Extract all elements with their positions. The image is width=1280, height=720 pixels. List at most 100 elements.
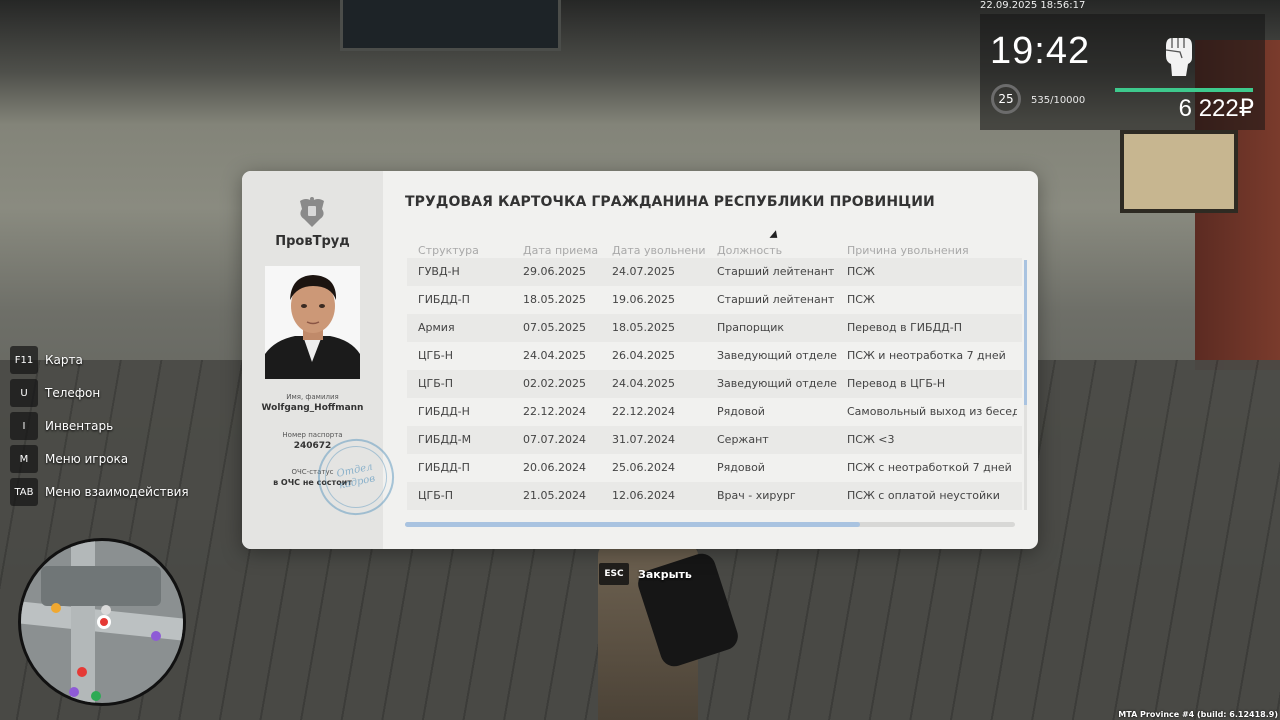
vertical-scrollbar[interactable]: [1024, 260, 1027, 510]
key-cap: I: [10, 412, 38, 440]
column-header-dismissal-date: Дата увольнени: [612, 244, 706, 257]
minimap-marker-icon: [91, 691, 101, 701]
table-row: ЦГБ-П 21.05.2024 12.06.2024 Врач - хирур…: [407, 482, 1022, 510]
key-cap: M: [10, 445, 38, 473]
keybind-label: Меню игрока: [45, 452, 129, 466]
cell-hire-date: 24.04.2025: [523, 349, 586, 362]
background-plaque: [1120, 130, 1238, 213]
cell-reason: Самовольный выход из бесед: [847, 405, 1017, 418]
key-cap: F11: [10, 346, 38, 374]
keybind-inventory[interactable]: I Инвентарь: [10, 412, 189, 440]
build-info: MTA Province #4 (build: 6.12418.9): [1118, 710, 1278, 719]
keybind-label: Инвентарь: [45, 419, 114, 433]
minimap-marker-icon: [101, 605, 111, 615]
table-row: ЦГБ-П 02.02.2025 24.04.2025 Заведующий о…: [407, 370, 1022, 398]
keybind-player-menu[interactable]: M Меню игрока: [10, 445, 189, 473]
coat-of-arms-icon: [300, 197, 324, 227]
cell-position: Заведующий отделе: [717, 349, 837, 362]
keybind-menu: F11 Карта U Телефон I Инвентарь M Меню и…: [10, 346, 189, 511]
cell-reason: Перевод в ГИБДД-П: [847, 321, 962, 334]
stamp-ring: [319, 440, 393, 514]
cell-dismissal-date: 22.12.2024: [612, 405, 675, 418]
minimap-road: [71, 541, 95, 703]
cell-reason: ПСЖ и неотработка 7 дней: [847, 349, 1006, 362]
hud-clock: 19:42: [990, 30, 1091, 72]
vertical-scroll-thumb[interactable]: [1024, 260, 1027, 405]
keybind-interaction-menu[interactable]: TAB Меню взаимодействия: [10, 478, 189, 506]
mouse-cursor-icon: [769, 230, 781, 242]
cell-structure: Армия: [418, 321, 455, 334]
table-row: ГИБДД-М 07.07.2024 31.07.2024 Сержант ПС…: [407, 426, 1022, 454]
column-header-hire-date: Дата приема: [523, 244, 599, 257]
cell-hire-date: 07.05.2025: [523, 321, 586, 334]
employment-card-modal: ПровТруд Имя, фамилия Wolfgang_Hoffmann …: [242, 171, 1038, 549]
cell-structure: ГИБДД-П: [418, 461, 470, 474]
cell-position: Прапорщик: [717, 321, 785, 334]
citizen-photo: [265, 266, 360, 379]
minimap-marker-icon: [69, 687, 79, 697]
player-position-icon: [97, 615, 111, 629]
cell-hire-date: 29.06.2025: [523, 265, 586, 278]
cell-reason: Перевод в ЦГБ-Н: [847, 377, 946, 390]
cell-reason: ПСЖ <3: [847, 433, 895, 446]
cell-dismissal-date: 24.04.2025: [612, 377, 675, 390]
minimap-marker-icon: [77, 667, 87, 677]
health-bar: [1115, 88, 1253, 92]
money-balance: 6 222₽: [1178, 95, 1254, 122]
cell-reason: ПСЖ: [847, 293, 875, 306]
cell-hire-date: 20.06.2024: [523, 461, 586, 474]
table-row: ГИБДД-П 20.06.2024 25.06.2024 Рядовой ПС…: [407, 454, 1022, 482]
cell-reason: ПСЖ: [847, 265, 875, 278]
minimap: [18, 538, 186, 706]
card-title: ТРУДОВАЯ КАРТОЧКА ГРАЖДАНИНА РЕСПУБЛИКИ …: [405, 194, 935, 210]
cell-dismissal-date: 26.04.2025: [612, 349, 675, 362]
keybind-label: Телефон: [45, 386, 101, 400]
key-cap: U: [10, 379, 38, 407]
horizontal-scroll-thumb[interactable]: [405, 522, 860, 527]
fist-icon: [1165, 38, 1192, 76]
cell-dismissal-date: 12.06.2024: [612, 489, 675, 502]
avatar: [265, 266, 360, 379]
column-header-reason: Причина увольнения: [847, 244, 969, 257]
card-sidebar: ПровТруд Имя, фамилия Wolfgang_Hoffmann …: [242, 171, 402, 549]
table-row: ЦГБ-Н 24.04.2025 26.04.2025 Заведующий о…: [407, 342, 1022, 370]
cell-dismissal-date: 19.06.2025: [612, 293, 675, 306]
cell-hire-date: 21.05.2024: [523, 489, 586, 502]
cell-position: Старший лейтенант: [717, 293, 835, 306]
cell-dismissal-date: 25.06.2024: [612, 461, 675, 474]
cell-structure: ГИБДД-М: [418, 433, 472, 446]
xp-counter: 535/10000: [1031, 95, 1086, 106]
keybind-phone[interactable]: U Телефон: [10, 379, 189, 407]
horizontal-scrollbar[interactable]: [405, 522, 1015, 527]
cell-hire-date: 02.02.2025: [523, 377, 586, 390]
table-row: ГИБДД-П 18.05.2025 19.06.2025 Старший ле…: [407, 286, 1022, 314]
cell-structure: ЦГБ-П: [418, 489, 454, 502]
cell-position: Сержант: [717, 433, 769, 446]
passport-label: Номер паспорта: [282, 431, 343, 439]
minimap-building: [41, 566, 161, 606]
cell-dismissal-date: 31.07.2024: [612, 433, 675, 446]
close-button[interactable]: Закрыть: [638, 568, 692, 581]
key-cap: TAB: [10, 478, 38, 506]
cell-position: Старший лейтенант: [717, 265, 835, 278]
citizen-name: Wolfgang_Hoffmann: [261, 403, 364, 413]
cell-position: Рядовой: [717, 461, 765, 474]
close-key-cap[interactable]: ESC: [599, 563, 629, 585]
level-indicator: 25: [991, 84, 1021, 114]
cell-dismissal-date: 18.05.2025: [612, 321, 675, 334]
cell-position: Заведующий отделе: [717, 377, 837, 390]
ministry-brand: ПровТруд: [275, 234, 350, 249]
minimap-marker-icon: [151, 631, 161, 641]
keybind-map[interactable]: F11 Карта: [10, 346, 189, 374]
cell-position: Рядовой: [717, 405, 765, 418]
employment-table[interactable]: ГУВД-Н 29.06.2025 24.07.2025 Старший лей…: [407, 258, 1022, 510]
table-row: ГУВД-Н 29.06.2025 24.07.2025 Старший лей…: [407, 258, 1022, 286]
minimap-marker-icon: [51, 603, 61, 613]
table-row: Армия 07.05.2025 18.05.2025 Прапорщик Пе…: [407, 314, 1022, 342]
name-label: Имя, фамилия: [286, 393, 339, 401]
background-window: [340, 0, 561, 51]
hud-datetime: 22.09.2025 18:56:17: [980, 0, 1086, 11]
cell-reason: ПСЖ с оплатой неустойки: [847, 489, 1000, 502]
cell-position: Врач - хирург: [717, 489, 796, 502]
cell-hire-date: 22.12.2024: [523, 405, 586, 418]
